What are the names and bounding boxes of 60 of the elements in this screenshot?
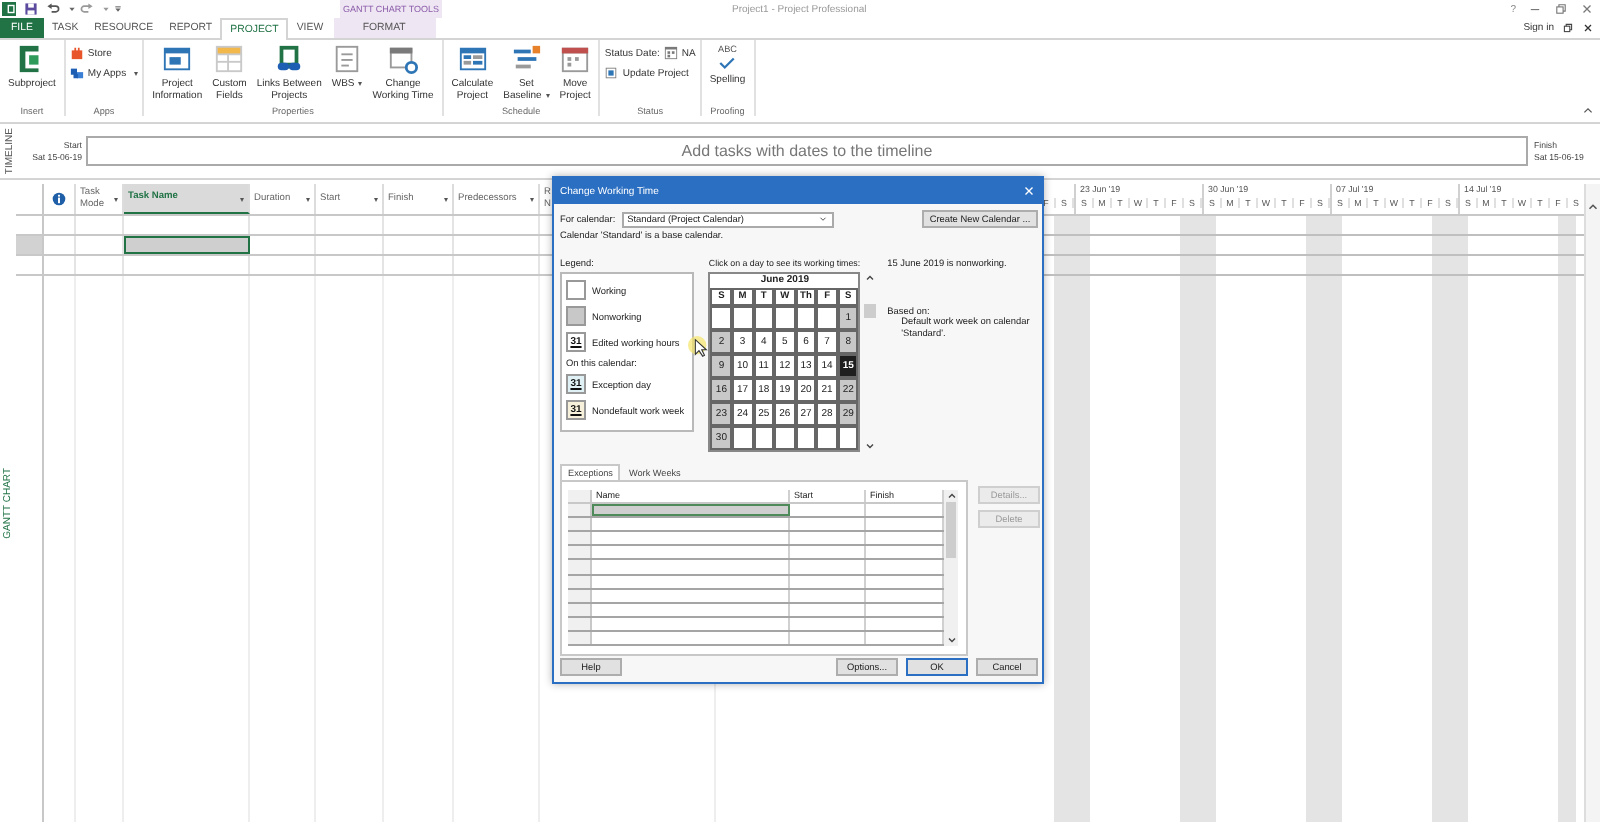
- legend-swatch: [566, 280, 586, 300]
- legend-swatch: [566, 306, 586, 326]
- calendar-cell: [710, 306, 732, 330]
- calendar-cell: [837, 426, 859, 450]
- vertical-scrollbar[interactable]: [944, 490, 958, 646]
- scroll-down-icon[interactable]: [945, 634, 957, 646]
- scroll-up-icon[interactable]: [864, 272, 877, 284]
- bag-icon: [69, 46, 84, 60]
- dropdown-arrow-icon[interactable]: [114, 198, 118, 202]
- calendar-cell: [731, 426, 754, 450]
- dropdown-arrow-icon[interactable]: [374, 198, 378, 202]
- row-header[interactable]: [568, 504, 592, 517]
- row-header[interactable]: [568, 532, 592, 545]
- window-icon: [162, 44, 193, 74]
- close-icon[interactable]: [1582, 22, 1594, 34]
- dropdown-arrow-icon[interactable]: [530, 198, 534, 202]
- calendar-icon: [560, 44, 591, 74]
- update-icon: [604, 66, 619, 80]
- table-cell[interactable]: [592, 504, 790, 517]
- calendar-cell: [795, 306, 817, 330]
- collapse-ribbon-icon[interactable]: [1582, 104, 1594, 116]
- dropdown-arrow-icon[interactable]: [444, 198, 448, 202]
- row-header[interactable]: [568, 560, 592, 574]
- scroll-up-icon[interactable]: [945, 490, 957, 502]
- dropdown-arrow-icon[interactable]: [240, 198, 244, 202]
- info-icon: [52, 192, 66, 206]
- save-icon[interactable]: [24, 2, 38, 16]
- calendar-cell: [795, 426, 817, 450]
- scroll-thumb[interactable]: [946, 502, 956, 558]
- scroll-thumb[interactable]: [864, 304, 877, 318]
- row-header[interactable]: [568, 546, 592, 559]
- check-icon: [718, 55, 737, 69]
- linked-document-icon: [274, 44, 305, 74]
- apps-icon: [69, 66, 84, 80]
- calendar-cell: [774, 306, 796, 330]
- calendar-clock-icon: [388, 44, 418, 74]
- table-icon: [214, 44, 245, 74]
- table-cell[interactable]: [124, 236, 250, 254]
- scroll-down-icon[interactable]: [864, 440, 877, 452]
- calendar-icon: [663, 46, 678, 60]
- calendar-cell: [731, 306, 754, 330]
- calendar-cell: [774, 426, 796, 450]
- dropdown-arrow-icon[interactable]: [306, 198, 310, 202]
- row-header[interactable]: [568, 518, 592, 531]
- calendar-cell: [816, 306, 838, 330]
- undo-icon[interactable]: [46, 2, 60, 16]
- calendar-cell: [816, 426, 838, 450]
- scroll-up-icon[interactable]: [1586, 200, 1600, 214]
- vertical-scrollbar[interactable]: [1584, 184, 1600, 822]
- caret-icon[interactable]: [817, 214, 828, 224]
- redo-icon[interactable]: [80, 2, 94, 16]
- document-icon: [332, 44, 363, 74]
- bars-icon: [511, 44, 542, 74]
- timeline-bar[interactable]: Add tasks with dates to the timeline: [86, 136, 1528, 166]
- window-grid-icon: [457, 44, 488, 74]
- calendar-cell: [753, 306, 775, 330]
- customize-caret-icon[interactable]: [114, 4, 122, 14]
- restore-icon[interactable]: [1562, 22, 1574, 34]
- app-logo-icon[interactable]: [2, 2, 16, 16]
- calendar-cell: [753, 426, 775, 450]
